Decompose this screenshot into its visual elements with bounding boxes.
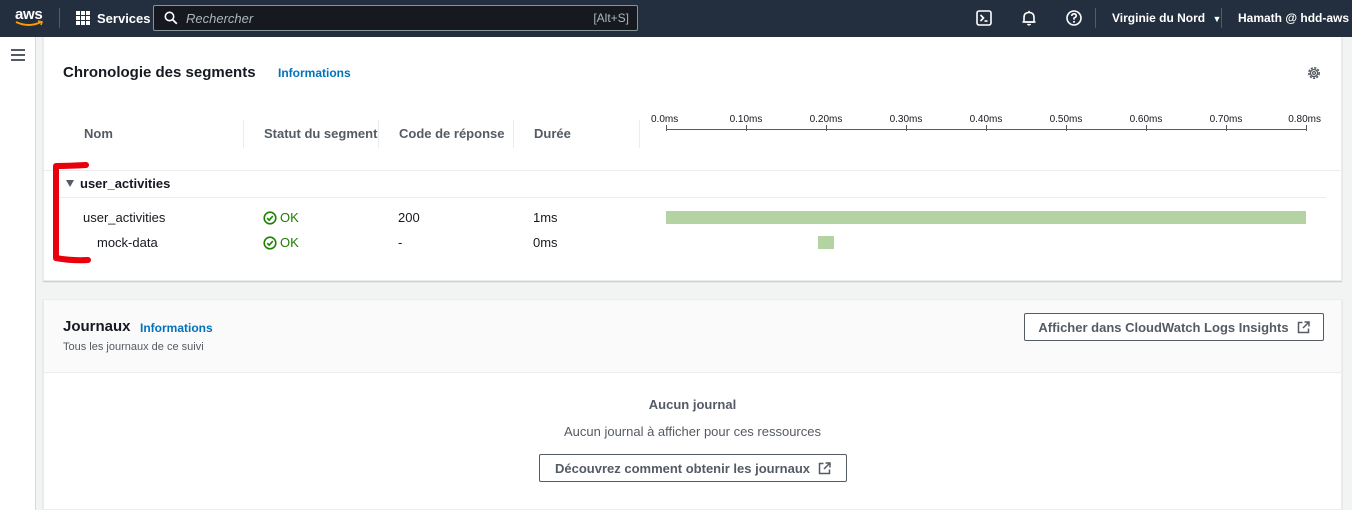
- logs-panel: Journaux Informations Tous les journaux …: [43, 299, 1342, 510]
- column-divider: [513, 120, 514, 148]
- timeline-tick-label: 0.0ms: [651, 114, 679, 125]
- timeline-tick: [906, 125, 907, 131]
- search-icon: [164, 11, 178, 25]
- duration: 1ms: [533, 210, 558, 225]
- timeline-tick-label: 0.50ms: [1049, 114, 1083, 125]
- timeline-tick-label: 0.60ms: [1129, 114, 1163, 125]
- nav-divider: [1221, 8, 1222, 28]
- account-menu[interactable]: Hamath @ hdd-aws ▼: [1238, 11, 1352, 25]
- logs-panel-header: Journaux Informations Tous les journaux …: [44, 300, 1341, 373]
- region-selector[interactable]: Virginie du Nord ▼: [1112, 11, 1221, 25]
- timeline-tick-label: 0.70ms: [1209, 114, 1243, 125]
- column-header-name[interactable]: Nom: [84, 126, 113, 141]
- cloudwatch-logs-insights-button[interactable]: Afficher dans CloudWatch Logs Insights: [1024, 313, 1324, 341]
- cloudshell-icon[interactable]: [975, 9, 993, 27]
- column-header-duration[interactable]: Durée: [534, 126, 571, 141]
- status-badge: OK: [263, 210, 299, 225]
- timeline-tick: [666, 125, 667, 131]
- search-input[interactable]: [186, 9, 586, 27]
- segments-timeline-panel: Chronologie des segments Informations No…: [43, 37, 1342, 281]
- button-label: Afficher dans CloudWatch Logs Insights: [1038, 319, 1289, 335]
- account-label: Hamath @ hdd-aws: [1238, 11, 1350, 25]
- search-shortcut: [Alt+S]: [593, 11, 629, 25]
- panel-title: Chronologie des segments: [63, 64, 256, 81]
- empty-state-title: Aucun journal: [648, 397, 737, 412]
- nav-divider: [59, 8, 60, 28]
- timeline-tick: [986, 125, 987, 131]
- status-text: OK: [280, 235, 299, 250]
- grid-icon: [76, 11, 90, 25]
- response-code: 200: [398, 210, 420, 225]
- column-header-status[interactable]: Statut du segment: [264, 126, 377, 141]
- timeline-tick-label: 0.80ms: [1288, 114, 1321, 125]
- timeline-tick: [746, 125, 747, 131]
- row-divider: [44, 170, 1341, 171]
- segment-name: user_activities: [83, 210, 166, 225]
- timeline-tick-label: 0.40ms: [969, 114, 1003, 125]
- info-link[interactable]: Informations: [278, 66, 351, 80]
- timeline-tick: [1066, 125, 1067, 131]
- duration: 0ms: [533, 235, 558, 250]
- check-circle-icon: [263, 235, 277, 250]
- aws-smile-icon: [15, 20, 44, 26]
- timeline-tick: [1306, 125, 1307, 131]
- external-link-icon: [1297, 320, 1310, 333]
- check-circle-icon: [263, 210, 277, 225]
- info-link[interactable]: Informations: [140, 321, 213, 335]
- timeline-bar[interactable]: [666, 211, 1306, 224]
- segment-name: mock-data: [97, 235, 158, 250]
- column-header-response-code[interactable]: Code de réponse: [399, 126, 504, 141]
- services-menu-button[interactable]: Services: [76, 10, 151, 26]
- region-label: Virginie du Nord: [1112, 11, 1206, 25]
- bell-icon[interactable]: [1020, 9, 1038, 27]
- aws-logo[interactable]: aws: [14, 6, 46, 30]
- button-label: Découvrez comment obtenir les journaux: [554, 460, 810, 476]
- search-bar[interactable]: [Alt+S]: [153, 5, 638, 31]
- timeline-tick: [1146, 125, 1147, 131]
- status-text: OK: [280, 210, 299, 225]
- external-link-icon: [818, 461, 831, 474]
- top-navigation: aws Services [Alt+S] Virgi: [0, 0, 1352, 37]
- timeline-tick: [1226, 125, 1227, 131]
- response-code: -: [398, 235, 403, 250]
- column-divider: [378, 120, 379, 148]
- timeline-tick-label: 0.30ms: [889, 114, 923, 125]
- services-label: Services: [97, 10, 151, 26]
- timeline-tick-label: 0.10ms: [729, 114, 763, 125]
- panel-title: Journaux: [63, 318, 131, 335]
- column-divider: [639, 120, 640, 148]
- timeline-tick: [826, 125, 827, 131]
- status-badge: OK: [263, 235, 299, 250]
- empty-state-text: Aucun journal à afficher pour ces ressou…: [563, 424, 821, 439]
- side-navigation-rail: [0, 37, 36, 510]
- menu-icon[interactable]: [11, 49, 25, 64]
- row-divider: [58, 197, 1326, 198]
- column-divider: [243, 120, 244, 148]
- help-icon[interactable]: [1065, 9, 1083, 27]
- learn-logs-button[interactable]: Découvrez comment obtenir les journaux: [539, 454, 847, 482]
- gear-icon[interactable]: [1306, 65, 1322, 81]
- timeline-bar[interactable]: [818, 236, 834, 249]
- timeline-tick-label: 0.20ms: [809, 114, 843, 125]
- panel-subtitle: Tous les journaux de ce suivi: [63, 341, 204, 353]
- red-annotation-bracket: [53, 162, 91, 264]
- nav-divider: [1095, 8, 1096, 28]
